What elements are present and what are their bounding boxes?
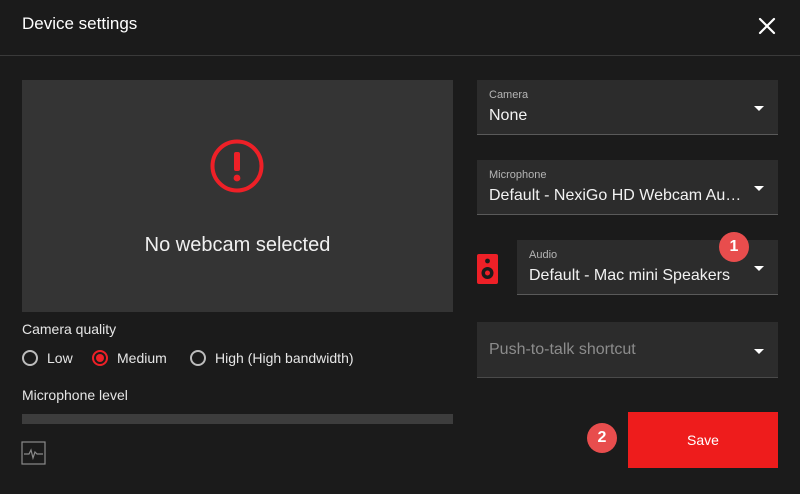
push-to-talk-select[interactable]: Push-to-talk shortcut	[477, 322, 778, 378]
no-webcam-message: No webcam selected	[144, 234, 331, 256]
quality-low-radio[interactable]: Low	[22, 348, 73, 368]
quality-medium-radio[interactable]: Medium	[92, 348, 167, 368]
camera-select-label: Camera	[489, 89, 529, 101]
radio-circle-icon	[92, 350, 108, 366]
quality-medium-label: Medium	[117, 350, 167, 366]
quality-high-radio[interactable]: High (High bandwidth)	[190, 348, 354, 368]
radio-circle-icon	[22, 350, 38, 366]
chevron-down-icon	[754, 349, 764, 354]
microphone-level-meter	[22, 414, 453, 424]
dialog-title: Device settings	[22, 14, 138, 33]
webcam-preview: No webcam selected	[22, 80, 453, 312]
camera-select[interactable]: Camera None	[477, 80, 778, 135]
quality-low-label: Low	[47, 350, 73, 366]
audio-select-value: Default - Mac mini Speakers	[529, 267, 730, 284]
annotation-badge-2: 2	[587, 423, 617, 453]
push-to-talk-placeholder: Push-to-talk shortcut	[489, 341, 636, 358]
device-settings-dialog: Device settings No webcam selected Camer…	[0, 0, 800, 494]
pulse-icon[interactable]	[21, 441, 46, 465]
dialog-header: Device settings	[0, 0, 800, 56]
microphone-level-label: Microphone level	[22, 387, 128, 403]
quality-high-label: High (High bandwidth)	[215, 350, 354, 366]
microphone-select-value: Default - NexiGo HD Webcam Audio	[489, 187, 746, 204]
microphone-select[interactable]: Microphone Default - NexiGo HD Webcam Au…	[477, 160, 778, 215]
annotation-badge-1: 1	[719, 232, 749, 262]
radio-circle-icon	[190, 350, 206, 366]
chevron-down-icon	[754, 266, 764, 271]
warning-icon	[210, 139, 264, 193]
close-icon[interactable]	[756, 15, 778, 37]
audio-select-label: Audio	[529, 249, 558, 261]
camera-select-value: None	[489, 107, 528, 124]
chevron-down-icon	[754, 106, 764, 111]
speaker-icon	[477, 254, 498, 284]
camera-quality-label: Camera quality	[22, 321, 117, 337]
save-button[interactable]: Save	[628, 412, 778, 468]
chevron-down-icon	[754, 186, 764, 191]
microphone-select-label: Microphone	[489, 169, 547, 181]
